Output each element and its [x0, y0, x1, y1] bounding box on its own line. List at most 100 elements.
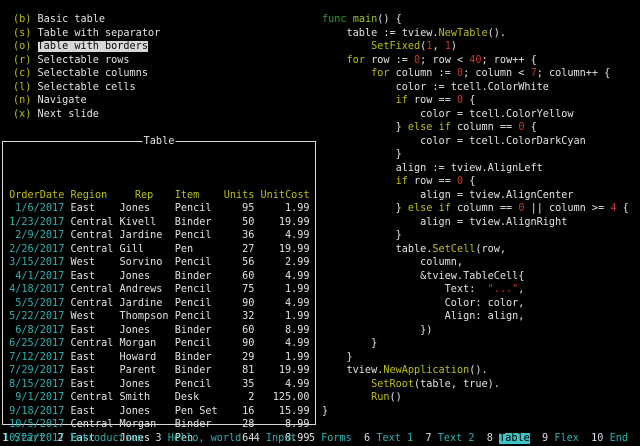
table-cell: Howard — [120, 351, 169, 365]
status-item-table[interactable]: 8 Table — [487, 433, 530, 444]
status-gap — [579, 433, 591, 444]
status-item-label: Table — [499, 433, 530, 444]
status-item-flex[interactable]: 9 Flex — [542, 433, 579, 444]
code-token: column == — [451, 203, 518, 214]
code-token: if — [396, 176, 408, 187]
table-cell: 4.99 — [261, 270, 310, 284]
menu-item-label: Selectable rows — [38, 55, 130, 66]
status-item-end[interactable]: 10 End — [591, 433, 628, 444]
table-row: 3/15/2017WestSorvinoPencil562.99 — [3, 256, 315, 270]
code-line: } — [322, 229, 629, 243]
table-row: 8/15/2017EastJonesPencil354.99 — [3, 378, 315, 392]
table-cell: Binder — [175, 270, 218, 284]
table-row: 9/18/2017EastJonesPen Set1615.99 — [3, 405, 315, 419]
table-cell: 9/1/2017 — [3, 391, 64, 405]
menu-item-navigate[interactable]: (n) Navigate — [13, 94, 160, 108]
code-line: } — [322, 148, 629, 162]
menu-item-key: (l) — [13, 82, 31, 93]
status-item-label: Forms — [321, 433, 352, 444]
table-row: 4/18/2017CentralAndrewsPencil751.99 — [3, 283, 315, 297]
status-item-introduction[interactable]: 2 Introduction — [57, 433, 143, 444]
table-cell: East — [70, 351, 113, 365]
column-header-units: Units — [224, 189, 255, 203]
menu-item-label: Selectable cells — [38, 82, 136, 93]
code-line: Align: align, — [322, 310, 629, 324]
status-gap — [352, 433, 364, 444]
code-line: for column := 0; column < 7; column++ { — [322, 67, 629, 81]
table-cell: 3/15/2017 — [3, 256, 64, 270]
table-header-row: OrderDateRegionRepItemUnitsUnitCost — [3, 189, 315, 203]
table-cell: Central — [70, 229, 113, 243]
column-header-orderdate: OrderDate — [3, 189, 64, 203]
table-cell: Binder — [175, 351, 218, 365]
table-cell: 32 — [224, 310, 255, 324]
menu-item-key: (b) — [13, 14, 31, 25]
table-cell: East — [70, 324, 113, 338]
code-token: for — [347, 55, 365, 66]
table-cell: Pencil — [175, 310, 218, 324]
status-item-text-2[interactable]: 7 Text 2 — [425, 433, 474, 444]
status-item-label: End — [610, 433, 628, 444]
code-token: &tview.TableCell{ — [322, 271, 524, 282]
code-line: tview.NewApplication(). — [322, 364, 629, 378]
status-item-label: Hello, world — [168, 433, 242, 444]
table-cell: Binder — [175, 418, 218, 432]
menu-item-table-with-borders[interactable]: (o) Table with borders — [13, 40, 160, 54]
code-token: row == — [408, 176, 457, 187]
status-item-text-1[interactable]: 6 Text 1 — [364, 433, 413, 444]
status-gap — [45, 433, 57, 444]
table-row: 7/12/2017EastHowardBinder291.99 — [3, 351, 315, 365]
code-token: (row, — [475, 244, 506, 255]
table-cell: West — [70, 310, 113, 324]
table-cell: Pencil — [175, 297, 218, 311]
demo-menu: (b) Basic table(s) Table with separator(… — [13, 13, 160, 121]
code-token: Run — [371, 392, 389, 403]
code-token: SetCell — [432, 244, 475, 255]
status-item-label: Input — [266, 433, 297, 444]
code-token: tview. — [322, 365, 383, 376]
code-token — [322, 176, 396, 187]
status-item-start[interactable]: 1 Start — [2, 433, 45, 444]
menu-item-selectable-cells[interactable]: (l) Selectable cells — [13, 81, 160, 95]
code-token: Align: align, — [322, 311, 524, 322]
code-token — [322, 379, 371, 390]
menu-item-key: (n) — [13, 95, 31, 106]
code-token: } — [322, 352, 353, 363]
code-token: (). — [488, 28, 506, 39]
menu-item-selectable-rows[interactable]: (r) Selectable rows — [13, 54, 160, 68]
table-cell: Central — [70, 283, 113, 297]
table-cell: East — [70, 405, 113, 419]
code-token: table := tview. — [322, 28, 439, 39]
code-token: align = tview.AlignCenter — [322, 190, 573, 201]
code-pane: func main() { table := tview.NewTable().… — [322, 13, 629, 418]
code-line: Run() — [322, 391, 629, 405]
menu-item-next-slide[interactable]: (x) Next slide — [13, 108, 160, 122]
code-token: if — [439, 203, 451, 214]
code-token — [322, 41, 371, 52]
table-row: 9/1/2017CentralSmithDesk2125.00 — [3, 391, 315, 405]
status-item-hello-world[interactable]: 3 Hello, world — [155, 433, 241, 444]
menu-item-basic-table[interactable]: (b) Basic table — [13, 13, 160, 27]
table-cell: 56 — [224, 256, 255, 270]
code-line: } else if column == 0 { — [322, 121, 629, 135]
code-token: ) — [451, 41, 457, 52]
table-cell: Pencil — [175, 202, 218, 216]
code-token: } — [322, 149, 402, 160]
code-token: } — [322, 406, 328, 417]
table-cell: 16 — [224, 405, 255, 419]
status-item-input[interactable]: 4 Input — [254, 433, 297, 444]
table-cell: Andrews — [120, 283, 169, 297]
menu-item-key: (o) — [13, 41, 31, 52]
table-panel: Table OrderDateRegionRepItemUnitsUnitCos… — [2, 141, 316, 425]
status-gap — [530, 433, 542, 444]
code-token: if — [439, 122, 451, 133]
table-cell: Gill — [120, 243, 169, 257]
status-item-label: Text 1 — [376, 433, 413, 444]
table-cell: Central — [70, 337, 113, 351]
table-cell: Pencil — [175, 283, 218, 297]
code-token: Color: color, — [322, 298, 524, 309]
code-token: column == — [451, 122, 518, 133]
menu-item-selectable-columns[interactable]: (c) Selectable columns — [13, 67, 160, 81]
status-item-forms[interactable]: 5 Forms — [309, 433, 352, 444]
menu-item-table-with-separator[interactable]: (s) Table with separator — [13, 27, 160, 41]
